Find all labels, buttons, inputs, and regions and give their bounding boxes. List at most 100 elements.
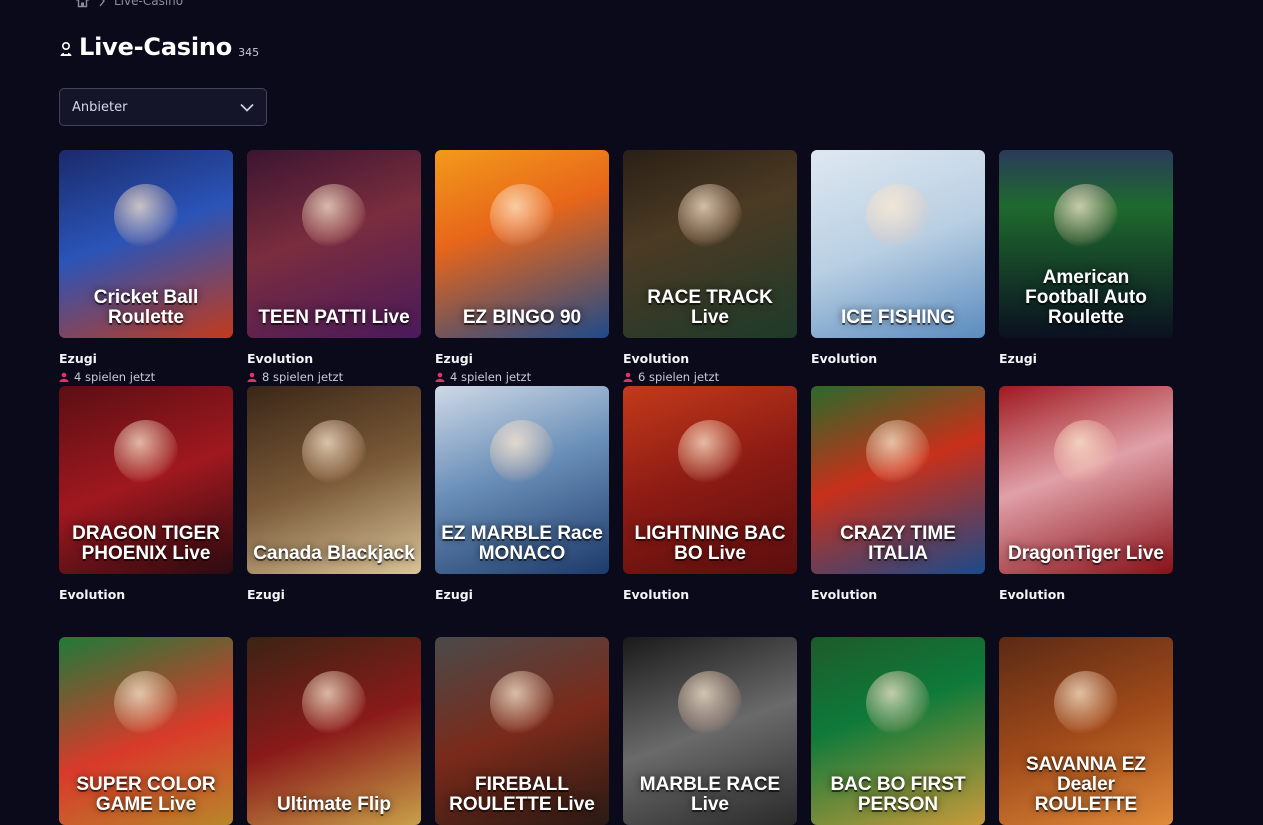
game-meta: Evolution 8 spielen jetzt	[247, 338, 421, 386]
game-meta: Ezugi	[999, 338, 1173, 386]
game-card[interactable]: EZ MARBLE Race MONACO Ezugi	[435, 386, 609, 622]
game-thumbnail[interactable]: BAC BO FIRST PERSON	[811, 637, 985, 825]
game-card[interactable]: DragonTiger Live Evolution	[999, 386, 1173, 622]
chevron-down-icon	[240, 103, 254, 112]
game-card[interactable]: RACE TRACK Live Evolution 6 spielen jetz…	[623, 150, 797, 386]
game-title: LIGHTNING BAC BO Live	[634, 523, 786, 564]
game-provider: Evolution	[999, 587, 1066, 602]
game-title: DragonTiger Live	[1008, 543, 1164, 564]
game-thumbnail[interactable]: CRAZY TIME ITALIA	[811, 386, 985, 574]
game-title: RACE TRACK Live	[647, 287, 773, 328]
game-meta: Ezugi	[247, 574, 421, 622]
game-card[interactable]: MARBLE RACE Live	[623, 637, 797, 825]
game-thumbnail[interactable]: MARBLE RACE Live	[623, 637, 797, 825]
dealer-figure	[866, 419, 930, 484]
game-thumbnail[interactable]: FIREBALL ROULETTE Live	[435, 637, 609, 825]
dealer-figure	[866, 670, 930, 735]
dealer-figure	[490, 419, 554, 484]
dealer-figure	[1054, 670, 1118, 735]
game-provider: Evolution	[247, 351, 314, 366]
game-thumbnail[interactable]: EZ MARBLE Race MONACO	[435, 386, 609, 574]
game-card[interactable]: EZ BINGO 90 Ezugi 4 spielen jetzt	[435, 150, 609, 386]
game-title: Cricket Ball Roulette	[93, 287, 199, 328]
game-title: CRAZY TIME ITALIA	[840, 523, 956, 564]
game-thumbnail[interactable]: DRAGON TIGER PHOENIX Live	[59, 386, 233, 574]
live-dealer-icon	[60, 41, 72, 56]
row-spacer	[623, 622, 797, 637]
user-icon	[435, 372, 445, 382]
row-spacer	[59, 622, 233, 637]
game-meta: Evolution	[999, 574, 1173, 622]
user-icon	[623, 372, 633, 382]
game-card[interactable]: FIREBALL ROULETTE Live	[435, 637, 609, 825]
provider-filter-dropdown[interactable]: Anbieter	[59, 88, 267, 126]
game-thumbnail[interactable]: Canada Blackjack	[247, 386, 421, 574]
game-thumbnail[interactable]: American Football Auto Roulette	[999, 150, 1173, 338]
players-count: 6 spielen jetzt	[638, 370, 720, 384]
home-icon[interactable]	[75, 0, 90, 8]
dealer-figure	[1054, 419, 1118, 484]
game-meta: Evolution	[623, 574, 797, 622]
game-thumbnail[interactable]: ICE FISHING	[811, 150, 985, 338]
game-thumbnail[interactable]: EZ BINGO 90	[435, 150, 609, 338]
players-info: 4 spielen jetzt	[435, 370, 609, 384]
game-thumbnail[interactable]: RACE TRACK Live	[623, 150, 797, 338]
dealer-figure	[114, 670, 178, 735]
game-provider: Ezugi	[435, 351, 473, 366]
game-provider: Evolution	[623, 351, 690, 366]
game-title: Ultimate Flip	[276, 794, 391, 815]
row-spacer	[999, 622, 1173, 637]
game-card[interactable]: BAC BO FIRST PERSON	[811, 637, 985, 825]
game-card[interactable]: Canada Blackjack Ezugi	[247, 386, 421, 622]
game-card[interactable]: DRAGON TIGER PHOENIX Live Evolution	[59, 386, 233, 622]
row-spacer	[435, 622, 609, 637]
game-title: American Football Auto Roulette	[1025, 267, 1147, 328]
dealer-figure	[302, 419, 366, 484]
dealer-figure	[490, 183, 554, 248]
breadcrumb-current[interactable]: Live-Casino	[114, 0, 183, 8]
game-card[interactable]: LIGHTNING BAC BO Live Evolution	[623, 386, 797, 622]
game-meta: Evolution	[811, 338, 985, 386]
game-thumbnail[interactable]: DragonTiger Live	[999, 386, 1173, 574]
game-meta: Evolution	[811, 574, 985, 622]
game-card[interactable]: SAVANNA EZ Dealer ROULETTE	[999, 637, 1173, 825]
game-title: SAVANNA EZ Dealer ROULETTE	[1026, 754, 1146, 815]
game-provider: Evolution	[811, 587, 878, 602]
game-card[interactable]: Cricket Ball Roulette Ezugi 4 spielen je…	[59, 150, 233, 386]
dealer-figure	[678, 183, 742, 248]
game-title: EZ BINGO 90	[462, 307, 582, 328]
game-card[interactable]: ICE FISHING Evolution	[811, 150, 985, 386]
game-thumbnail[interactable]: TEEN PATTI Live	[247, 150, 421, 338]
game-meta: Ezugi	[435, 574, 609, 622]
game-thumbnail[interactable]: LIGHTNING BAC BO Live	[623, 386, 797, 574]
breadcrumb: Live-Casino	[75, 0, 183, 8]
game-grid: Cricket Ball Roulette Ezugi 4 spielen je…	[59, 150, 1173, 825]
game-title: EZ MARBLE Race MONACO	[441, 523, 603, 564]
game-thumbnail[interactable]: SAVANNA EZ Dealer ROULETTE	[999, 637, 1173, 825]
players-info: 4 spielen jetzt	[59, 370, 233, 384]
page-header: Live-Casino 345	[59, 33, 259, 61]
row-spacer	[811, 622, 985, 637]
user-icon	[247, 372, 257, 382]
game-thumbnail[interactable]: SUPER COLOR GAME Live	[59, 637, 233, 825]
game-card[interactable]: CRAZY TIME ITALIA Evolution	[811, 386, 985, 622]
game-title: TEEN PATTI Live	[258, 307, 410, 328]
game-card[interactable]: SUPER COLOR GAME Live	[59, 637, 233, 825]
game-card[interactable]: American Football Auto Roulette Ezugi	[999, 150, 1173, 386]
game-title: MARBLE RACE Live	[639, 774, 781, 815]
user-icon	[59, 372, 69, 382]
page-title: Live-Casino	[79, 33, 233, 61]
dealer-figure	[302, 183, 366, 248]
game-provider: Evolution	[811, 351, 878, 366]
game-thumbnail[interactable]: Cricket Ball Roulette	[59, 150, 233, 338]
dealer-figure	[1054, 183, 1118, 248]
game-title: Canada Blackjack	[253, 543, 415, 564]
game-card[interactable]: TEEN PATTI Live Evolution 8 spielen jetz…	[247, 150, 421, 386]
dealer-figure	[866, 183, 930, 248]
game-meta: Evolution 6 spielen jetzt	[623, 338, 797, 386]
game-thumbnail[interactable]: Ultimate Flip	[247, 637, 421, 825]
dealer-figure	[114, 183, 178, 248]
dealer-figure	[114, 419, 178, 484]
provider-filter-label: Anbieter	[72, 99, 128, 115]
game-card[interactable]: Ultimate Flip	[247, 637, 421, 825]
